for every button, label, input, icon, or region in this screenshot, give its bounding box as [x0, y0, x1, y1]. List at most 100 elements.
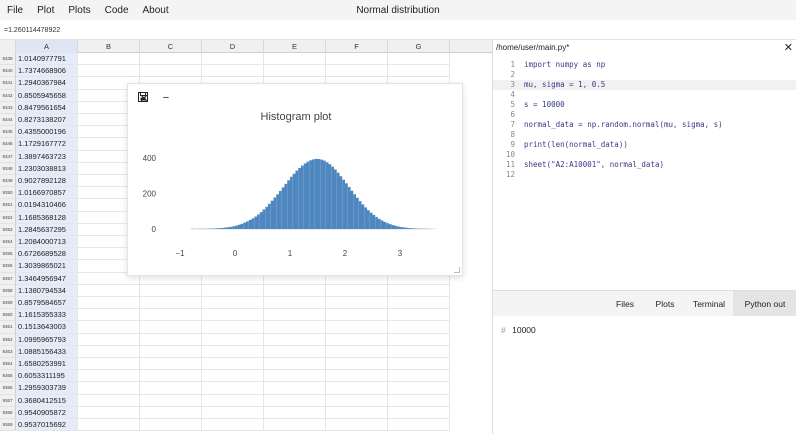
- row-number[interactable]: 9358: [0, 284, 16, 297]
- cell-c[interactable]: [140, 358, 202, 371]
- cell-a[interactable]: 0.8273138207: [16, 114, 78, 127]
- cell-e[interactable]: [264, 345, 326, 358]
- cell-b[interactable]: [78, 297, 140, 310]
- cell-a[interactable]: 0.8479561654: [16, 101, 78, 114]
- cell-a[interactable]: 1.6580253991: [16, 358, 78, 371]
- code-line[interactable]: 10: [493, 150, 796, 160]
- cell-c[interactable]: [140, 394, 202, 407]
- cell-d[interactable]: [202, 406, 264, 419]
- row-number[interactable]: 9366: [0, 382, 16, 395]
- row-number[interactable]: 9345: [0, 126, 16, 139]
- cell-c[interactable]: [140, 345, 202, 358]
- cell-b[interactable]: [78, 345, 140, 358]
- row-number[interactable]: 9363: [0, 345, 16, 358]
- cell-f[interactable]: [326, 53, 388, 66]
- code-line[interactable]: 7 normal_data = np.random.normal(mu, sigm…: [493, 120, 796, 130]
- column-header-b[interactable]: B: [78, 40, 140, 53]
- row-number[interactable]: 9354: [0, 236, 16, 249]
- code-line[interactable]: 3 mu, sigma = 1, 0.5: [493, 80, 796, 90]
- menu-code[interactable]: Code: [98, 5, 129, 16]
- row-number[interactable]: 9342: [0, 89, 16, 102]
- row-number[interactable]: 9341: [0, 77, 16, 90]
- column-header-d[interactable]: D: [202, 40, 264, 53]
- cell-g[interactable]: [388, 53, 450, 66]
- tab-python-out[interactable]: Python out: [733, 291, 796, 317]
- row-number[interactable]: 9351: [0, 199, 16, 212]
- cell-a[interactable]: 1.0885156433: [16, 345, 78, 358]
- cell-f[interactable]: [326, 65, 388, 78]
- cell-g[interactable]: [388, 309, 450, 322]
- code-line[interactable]: 8: [493, 130, 796, 140]
- cell-e[interactable]: [264, 321, 326, 334]
- cell-b[interactable]: [78, 333, 140, 346]
- cell-b[interactable]: [78, 406, 140, 419]
- formula-input[interactable]: [4, 22, 792, 38]
- cell-d[interactable]: [202, 394, 264, 407]
- cell-e[interactable]: [264, 394, 326, 407]
- cell-g[interactable]: [388, 358, 450, 371]
- cell-a[interactable]: 0.3680412515: [16, 394, 78, 407]
- cell-g[interactable]: [388, 370, 450, 383]
- row-number[interactable]: 9367: [0, 394, 16, 407]
- cell-c[interactable]: [140, 284, 202, 297]
- cell-d[interactable]: [202, 284, 264, 297]
- cell-b[interactable]: [78, 382, 140, 395]
- cell-c[interactable]: [140, 382, 202, 395]
- cell-a[interactable]: 1.3464956947: [16, 272, 78, 285]
- row-number[interactable]: 9344: [0, 114, 16, 127]
- cell-a[interactable]: 1.3897463723: [16, 150, 78, 163]
- cell-d[interactable]: [202, 321, 264, 334]
- column-header-e[interactable]: E: [264, 40, 326, 53]
- cell-e[interactable]: [264, 297, 326, 310]
- cell-d[interactable]: [202, 419, 264, 432]
- cell-f[interactable]: [326, 284, 388, 297]
- row-number[interactable]: 9352: [0, 211, 16, 224]
- row-number[interactable]: 9350: [0, 187, 16, 200]
- cell-c[interactable]: [140, 65, 202, 78]
- cell-g[interactable]: [388, 284, 450, 297]
- row-number[interactable]: 9349: [0, 175, 16, 188]
- close-icon[interactable]: ✕: [784, 40, 793, 56]
- cell-g[interactable]: [388, 297, 450, 310]
- cell-f[interactable]: [326, 382, 388, 395]
- row-number[interactable]: 9364: [0, 358, 16, 371]
- row-number[interactable]: 9348: [0, 162, 16, 175]
- cell-e[interactable]: [264, 333, 326, 346]
- cell-d[interactable]: [202, 382, 264, 395]
- cell-c[interactable]: [140, 53, 202, 66]
- cell-a[interactable]: 0.0194310466: [16, 199, 78, 212]
- row-number[interactable]: 9347: [0, 150, 16, 163]
- cell-b[interactable]: [78, 370, 140, 383]
- cell-e[interactable]: [264, 370, 326, 383]
- cell-d[interactable]: [202, 309, 264, 322]
- cell-a[interactable]: 0.6053311195: [16, 370, 78, 383]
- cell-c[interactable]: [140, 419, 202, 432]
- cell-d[interactable]: [202, 65, 264, 78]
- row-number[interactable]: 9356: [0, 260, 16, 273]
- cell-f[interactable]: [326, 297, 388, 310]
- row-number[interactable]: 9355: [0, 248, 16, 261]
- cell-a[interactable]: 1.0140977791: [16, 53, 78, 66]
- editor-file-path[interactable]: /home/user/main.py*: [493, 40, 796, 56]
- cell-a[interactable]: 0.4355000196: [16, 126, 78, 139]
- cell-a[interactable]: 1.2084000713: [16, 236, 78, 249]
- row-number[interactable]: 9368: [0, 406, 16, 419]
- cell-a[interactable]: 0.9027892128: [16, 175, 78, 188]
- row-number[interactable]: 9361: [0, 321, 16, 334]
- cell-a[interactable]: 0.9537015692: [16, 419, 78, 432]
- corner-cell[interactable]: [0, 40, 16, 53]
- cell-g[interactable]: [388, 65, 450, 78]
- row-number[interactable]: 9369: [0, 419, 16, 432]
- cell-a[interactable]: 0.6726689528: [16, 248, 78, 261]
- tab-terminal[interactable]: Terminal: [687, 291, 731, 317]
- cell-f[interactable]: [326, 394, 388, 407]
- cell-f[interactable]: [326, 309, 388, 322]
- code-line[interactable]: 6: [493, 110, 796, 120]
- cell-b[interactable]: [78, 419, 140, 432]
- cell-a[interactable]: 1.3039865021: [16, 260, 78, 273]
- cell-f[interactable]: [326, 333, 388, 346]
- cell-a[interactable]: 1.0995965793: [16, 333, 78, 346]
- column-header-g[interactable]: G: [388, 40, 450, 53]
- cell-e[interactable]: [264, 53, 326, 66]
- cell-b[interactable]: [78, 394, 140, 407]
